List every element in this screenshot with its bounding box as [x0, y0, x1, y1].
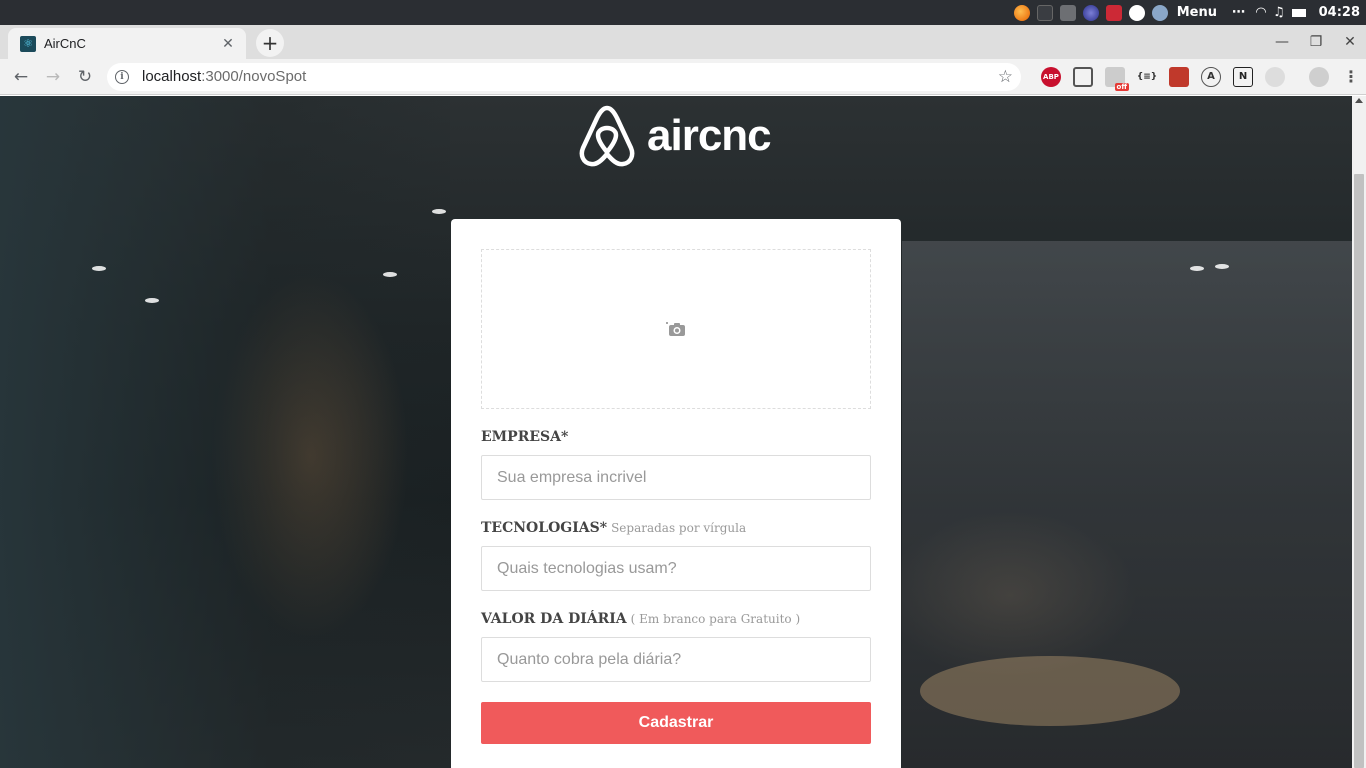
ceiling-light: [383, 272, 397, 277]
camera-icon: [666, 322, 685, 336]
more-icon[interactable]: ⋯: [1232, 5, 1245, 20]
airbnb-logo-icon: [579, 105, 635, 167]
aircnc-logo: aircnc: [577, 104, 772, 168]
info-icon[interactable]: i: [115, 69, 129, 84]
arrow-left-icon: ←: [13, 66, 29, 87]
window-controls: — ❐ ✕: [1274, 25, 1358, 59]
extensions-row: ABP off {≡} A N ⋮: [1041, 66, 1361, 91]
a-icon[interactable]: A: [1201, 66, 1221, 87]
toggle-off-icon[interactable]: off: [1105, 66, 1129, 91]
adblock-icon[interactable]: ABP: [1041, 66, 1061, 87]
url-host: localhost: [142, 68, 202, 85]
notion-icon[interactable]: N: [1233, 66, 1253, 87]
company-label-text: EMPRESA*: [481, 429, 569, 445]
arrow-right-icon: →: [45, 66, 61, 87]
background-corridor: [0, 96, 450, 768]
price-input[interactable]: [481, 637, 871, 682]
clock[interactable]: 04:28: [1319, 5, 1360, 20]
star-icon[interactable]: ☆: [998, 67, 1013, 87]
url-path: :3000/novoSpot: [201, 68, 307, 85]
firefox-icon[interactable]: [1013, 4, 1030, 21]
price-label-text: VALOR DA DIÁRIA: [481, 611, 627, 627]
wifi-icon[interactable]: ◠: [1256, 5, 1266, 20]
back-button[interactable]: ←: [5, 61, 37, 93]
techs-input[interactable]: [481, 546, 871, 591]
battery-icon[interactable]: [1291, 8, 1306, 17]
reload-icon: ↻: [77, 66, 93, 87]
new-spot-form: EMPRESA* TECNOLOGIAS* Separadas por vírg…: [451, 219, 901, 768]
new-tab-button[interactable]: +: [256, 29, 284, 57]
lighthouse-icon[interactable]: [1073, 66, 1093, 87]
tab-title: AirCnC: [44, 36, 86, 51]
page-scrollbar[interactable]: [1352, 96, 1366, 768]
techs-hint: Separadas por vírgula: [611, 521, 747, 535]
price-hint: ( Em branco para Gratuito ): [630, 612, 801, 626]
ceiling-light: [92, 266, 106, 271]
reload-button[interactable]: ↻: [69, 61, 101, 93]
browser-app-icon[interactable]: [1082, 4, 1099, 21]
browser-toolbar: ← → ↻ i localhost:3000/novoSpot ☆ ABP of…: [0, 59, 1366, 95]
music-icon[interactable]: ♫: [1273, 5, 1285, 20]
submit-button[interactable]: Cadastrar: [481, 702, 871, 744]
off-badge: off: [1114, 82, 1129, 91]
zotero-icon[interactable]: [1105, 4, 1122, 21]
techs-label-text: TECNOLOGIAS*: [481, 520, 608, 536]
price-label: VALOR DA DIÁRIA ( Em branco para Gratuit…: [481, 611, 871, 627]
ceiling-light: [432, 209, 446, 214]
react-devtools-icon[interactable]: [1169, 66, 1189, 87]
os-top-panel: Menu ⋯ ◠ ♫ 04:28: [0, 0, 1366, 25]
background-table: [920, 656, 1180, 726]
ceiling-light: [1215, 264, 1229, 269]
page-viewport: aircnc EMPRESA* TECNOLOGIAS* Separadas p…: [0, 96, 1366, 768]
json-viewer-icon[interactable]: {≡}: [1137, 67, 1157, 87]
close-window-icon[interactable]: ✕: [1342, 34, 1358, 50]
techs-label: TECNOLOGIAS* Separadas por vírgula: [481, 520, 871, 536]
ceiling-light: [145, 298, 159, 303]
minimize-icon[interactable]: —: [1274, 34, 1290, 50]
company-input[interactable]: [481, 455, 871, 500]
close-icon[interactable]: ✕: [220, 36, 236, 52]
company-label: EMPRESA*: [481, 429, 871, 445]
mongodb-icon[interactable]: [1128, 4, 1145, 21]
scrollbar-thumb[interactable]: [1354, 174, 1364, 768]
logo-text: aircnc: [647, 111, 772, 160]
restore-icon[interactable]: ❐: [1308, 34, 1324, 50]
tab-strip: ⚛ AirCnC ✕ + — ❐ ✕: [0, 25, 1366, 59]
react-icon: ⚛: [20, 35, 36, 52]
terminal-icon[interactable]: [1036, 4, 1053, 21]
avatar[interactable]: [1151, 4, 1168, 21]
kebab-menu-icon[interactable]: ⋮: [1341, 67, 1361, 87]
url-text[interactable]: localhost:3000/novoSpot: [142, 68, 998, 85]
menu-label[interactable]: Menu: [1177, 5, 1217, 20]
tab-aircnc[interactable]: ⚛ AirCnC ✕: [8, 28, 246, 59]
system-tray: Menu ⋯ ◠ ♫ 04:28: [1013, 4, 1360, 21]
profile-icon[interactable]: [1309, 66, 1329, 87]
thumbnail-upload[interactable]: [481, 249, 871, 409]
forward-button[interactable]: →: [37, 61, 69, 93]
ceiling-light: [1190, 266, 1204, 271]
address-bar[interactable]: i localhost:3000/novoSpot ☆: [107, 62, 1021, 91]
folder-icon[interactable]: [1059, 4, 1076, 21]
extension-icon[interactable]: [1265, 66, 1285, 87]
scroll-up-icon[interactable]: [1355, 98, 1363, 103]
